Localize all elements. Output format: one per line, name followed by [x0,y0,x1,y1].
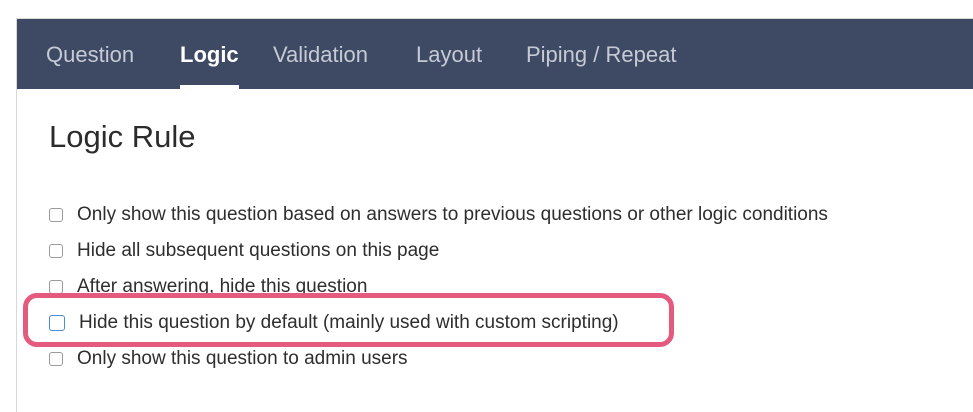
option-label: Hide all subsequent questions on this pa… [77,240,440,261]
tab-validation[interactable]: Validation [273,19,368,89]
option-label: Hide this question by default (mainly us… [79,312,619,333]
logic-option-hide-subsequent[interactable]: Hide all subsequent questions on this pa… [49,237,439,265]
checkbox[interactable] [49,280,63,294]
option-label: Only show this question based on answers… [77,204,828,225]
logic-option-hide-after-answering[interactable]: After answering, hide this question [49,273,367,301]
option-label: Only show this question to admin users [77,348,408,369]
checkbox[interactable] [49,315,65,331]
checkbox[interactable] [49,244,63,258]
tab-layout[interactable]: Layout [416,19,482,89]
checkbox[interactable] [49,208,63,222]
logic-option-hide-by-default[interactable]: Hide this question by default (mainly us… [49,309,619,337]
tab-bar: Question Logic Validation Layout Piping … [17,19,973,89]
tab-logic[interactable]: Logic [180,19,239,89]
tab-piping-repeat[interactable]: Piping / Repeat [526,19,676,89]
logic-option-admin-only[interactable]: Only show this question to admin users [49,345,408,373]
checkbox[interactable] [49,352,63,366]
tab-question[interactable]: Question [46,19,134,89]
section-title: Logic Rule [49,119,196,154]
logic-option-show-based-on-answers[interactable]: Only show this question based on answers… [49,201,828,229]
logic-panel: Question Logic Validation Layout Piping … [16,18,973,412]
option-label: After answering, hide this question [77,276,368,297]
